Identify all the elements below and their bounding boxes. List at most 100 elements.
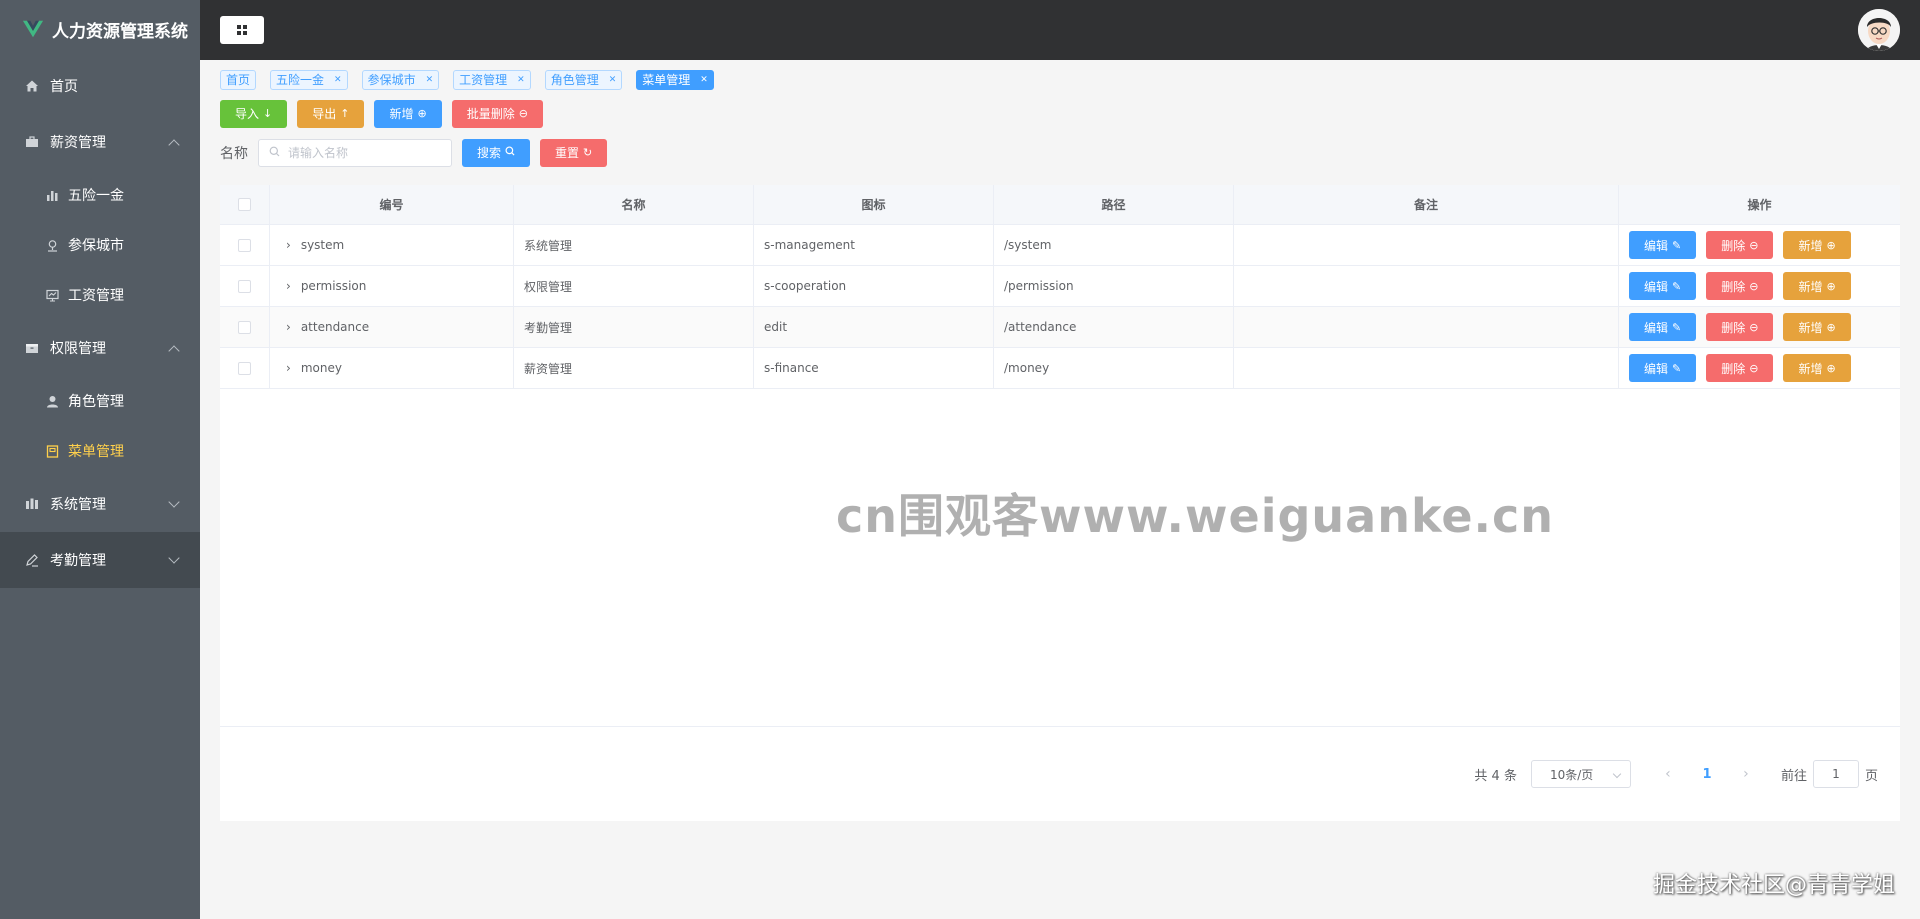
circle-plus-icon: ⊕: [1826, 320, 1836, 334]
header-select-all: [220, 185, 270, 224]
close-icon[interactable]: ✕: [609, 71, 617, 89]
sidebar-item-label: 工资管理: [68, 288, 124, 304]
button-label: 导出: [312, 107, 337, 121]
chevron-right-icon[interactable]: ›: [286, 361, 291, 375]
chevron-right-icon[interactable]: ›: [286, 238, 291, 252]
name-cell: 考勤管理: [514, 307, 754, 347]
edit-button[interactable]: 编辑 ✎: [1629, 231, 1697, 259]
cell-text: permission: [300, 279, 367, 293]
search-button[interactable]: 搜索: [462, 139, 531, 167]
sidebar-item-wage[interactable]: 工资管理: [0, 270, 200, 320]
top-header: [200, 0, 1920, 60]
import-button[interactable]: 导入 ↓: [220, 100, 288, 128]
tag-wage[interactable]: 工资管理 ✕: [453, 70, 531, 90]
circle-plus-icon: ⊕: [1826, 279, 1836, 293]
sidebar-item-menu[interactable]: 菜单管理: [0, 426, 200, 476]
delete-button[interactable]: 删除 ⊖: [1706, 231, 1774, 259]
add-child-button[interactable]: 新增 ⊕: [1783, 313, 1851, 341]
export-button[interactable]: 导出 ↑: [297, 100, 365, 128]
add-child-button[interactable]: 新增 ⊕: [1783, 272, 1851, 300]
path-cell: /permission: [994, 266, 1234, 306]
goto-page-input[interactable]: 1: [1812, 760, 1859, 788]
tag-role[interactable]: 角色管理 ✕: [544, 70, 623, 90]
tag-menu[interactable]: 菜单管理 ✕: [636, 70, 714, 90]
icon-cell: s-cooperation: [754, 266, 994, 306]
sidebar-item-insurance[interactable]: 五险一金: [0, 170, 200, 220]
cell-text: money: [300, 361, 342, 375]
row-checkbox[interactable]: [238, 361, 251, 375]
sidebar-item-label: 考勤管理: [50, 553, 106, 569]
delete-button[interactable]: 删除 ⊖: [1706, 313, 1774, 341]
edit-button[interactable]: 编辑 ✎: [1629, 272, 1697, 300]
note-cell: [1234, 307, 1619, 347]
select-all-checkbox[interactable]: [238, 198, 251, 211]
table-row: › money 薪资管理 s-finance /money 编辑 ✎ 删除 ⊖ 新增 ⊕: [220, 348, 1900, 389]
close-icon[interactable]: ✕: [334, 71, 342, 89]
edit-button[interactable]: 编辑 ✎: [1629, 313, 1697, 341]
tag-insured-city[interactable]: 参保城市 ✕: [361, 70, 440, 90]
row-checkbox[interactable]: [238, 238, 251, 252]
batch-delete-button[interactable]: 批量删除 ⊖: [451, 100, 543, 128]
column-header: 备注: [1234, 185, 1619, 224]
watermark-text: cn围观客www.weiguanke.cn: [836, 489, 1555, 543]
edit-button[interactable]: 编辑 ✎: [1629, 354, 1697, 382]
add-button[interactable]: 新增 ⊕: [374, 100, 442, 128]
page-size-select[interactable]: 10条/页: [1530, 760, 1631, 788]
edit-icon: ✎: [1672, 320, 1682, 334]
button-label: 删除: [1721, 279, 1746, 294]
chevron-up-icon: [168, 139, 180, 151]
button-label: 编辑: [1644, 361, 1669, 376]
sidebar-item-home[interactable]: 首页: [0, 58, 200, 114]
search-input[interactable]: [288, 146, 438, 160]
prev-page-button[interactable]: ‹: [1653, 766, 1683, 782]
sidebar-item-system[interactable]: 系统管理: [0, 476, 200, 532]
row-checkbox[interactable]: [238, 279, 251, 293]
goto-suffix: 页: [1864, 768, 1878, 784]
id-cell: › system: [270, 225, 514, 265]
column-header: 名称: [514, 185, 754, 224]
tag-bar: 首页 五险一金 ✕ 参保城市 ✕ 工资管理 ✕ 角色管理 ✕ 菜单管理 ✕: [220, 70, 728, 90]
sidebar-item-label: 菜单管理: [68, 444, 124, 460]
data-board-icon: [44, 287, 60, 303]
chevron-right-icon[interactable]: ›: [286, 320, 291, 334]
next-page-button[interactable]: ›: [1731, 766, 1761, 782]
reset-button[interactable]: 重置 ↻: [540, 139, 608, 167]
delete-button[interactable]: 删除 ⊖: [1706, 272, 1774, 300]
delete-button[interactable]: 删除 ⊖: [1706, 354, 1774, 382]
close-icon[interactable]: ✕: [426, 71, 434, 89]
button-label: 新增: [1798, 320, 1823, 335]
button-label: 新增: [1798, 279, 1823, 294]
briefcase-icon: [24, 134, 40, 150]
page-number[interactable]: 1: [1683, 767, 1731, 782]
icon-cell: s-management: [754, 225, 994, 265]
sidebar-item-permission[interactable]: 权限管理: [0, 320, 200, 376]
add-child-button[interactable]: 新增 ⊕: [1783, 231, 1851, 259]
edit-icon: [24, 552, 40, 568]
row-checkbox[interactable]: [238, 320, 251, 334]
tag-home[interactable]: 首页: [220, 70, 257, 90]
sidebar-item-label: 权限管理: [50, 341, 106, 357]
path-cell: /system: [994, 225, 1234, 265]
row-select-cell: [220, 225, 270, 265]
close-icon[interactable]: ✕: [517, 71, 525, 89]
button-label: 批量删除: [466, 107, 515, 121]
id-cell: › permission: [270, 266, 514, 306]
tag-label: 角色管理: [550, 73, 599, 87]
row-select-cell: [220, 266, 270, 306]
sidebar-item-insured-city[interactable]: 参保城市: [0, 220, 200, 270]
add-child-button[interactable]: 新增 ⊕: [1783, 354, 1851, 382]
collapse-menu-button[interactable]: [220, 16, 264, 44]
button-label: 新增: [389, 107, 414, 121]
close-icon[interactable]: ✕: [700, 71, 708, 89]
sidebar-item-salary[interactable]: 薪资管理: [0, 114, 200, 170]
avatar[interactable]: [1858, 9, 1900, 51]
actions-cell: 编辑 ✎ 删除 ⊖ 新增 ⊕: [1619, 225, 1900, 265]
chevron-right-icon[interactable]: ›: [286, 279, 291, 293]
remove-outline-icon: ⊖: [1749, 320, 1759, 334]
note-cell: [1234, 266, 1619, 306]
search-label: 名称: [220, 146, 248, 162]
search-input-wrapper: [258, 139, 452, 167]
sidebar-item-attendance[interactable]: 考勤管理: [0, 532, 200, 588]
sidebar-item-role[interactable]: 角色管理: [0, 376, 200, 426]
tag-insurance[interactable]: 五险一金 ✕: [270, 70, 348, 90]
